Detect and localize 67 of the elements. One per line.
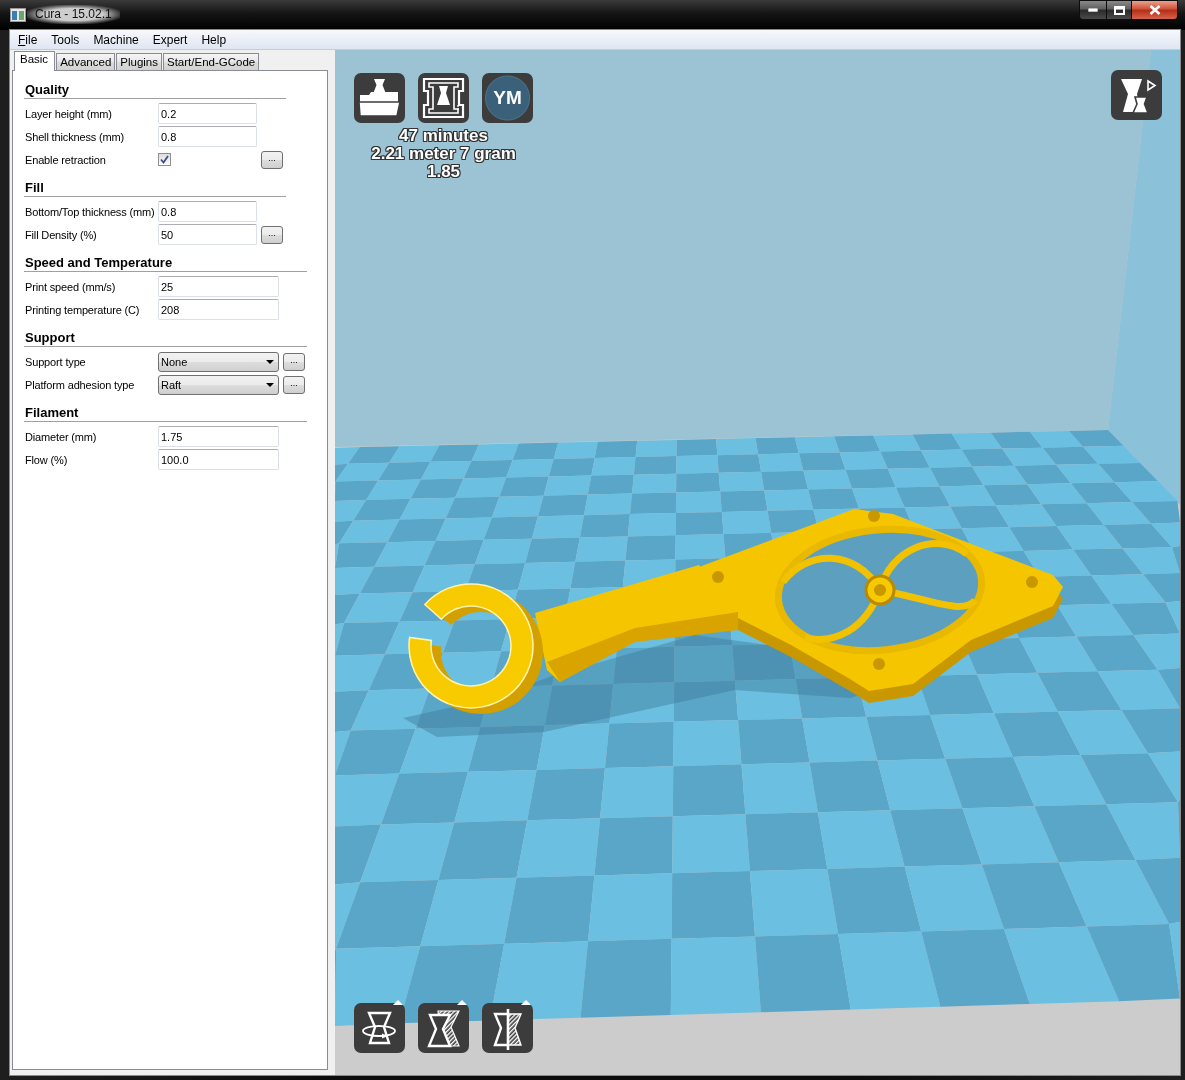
tab[interactable]: Plugins: [116, 53, 162, 70]
field-label: Flow (%): [25, 453, 68, 466]
input-field[interactable]: 0.8: [158, 201, 257, 222]
dropdown[interactable]: Raft: [158, 374, 279, 395]
input-field[interactable]: 208: [158, 299, 279, 320]
folder-icon: [354, 70, 405, 123]
input-field[interactable]: 50: [158, 224, 257, 245]
print-stats-line: 1.85: [426, 163, 461, 181]
field-label: Diameter (mm): [25, 430, 97, 443]
close-button[interactable]: [1132, 0, 1178, 20]
field-label: Enable retraction: [25, 153, 106, 166]
field-label: Printing temperature (C): [25, 303, 140, 316]
scale-icon: [418, 1000, 469, 1053]
scale-button[interactable]: [418, 1000, 469, 1053]
input-field[interactable]: 100.0: [158, 449, 279, 470]
vases-icon: [1111, 67, 1162, 120]
field-label: Print speed (mm/s): [25, 280, 116, 293]
checkbox[interactable]: [158, 153, 171, 166]
share-button[interactable]: YM: [482, 73, 533, 123]
field-label: Support type: [25, 355, 86, 368]
rotate-button[interactable]: [354, 1000, 405, 1053]
tab[interactable]: Start/End-GCode: [163, 53, 260, 70]
dropdown-arrow-icon: [266, 359, 274, 364]
section-heading: Quality: [25, 82, 70, 98]
options-button[interactable]: ...: [261, 150, 283, 169]
section-heading: Speed and Temperature: [25, 255, 173, 271]
input-field[interactable]: 25: [158, 276, 279, 297]
load-button[interactable]: [354, 70, 405, 123]
menu-item[interactable]: Tools: [44, 31, 87, 48]
tab[interactable]: Advanced: [56, 53, 116, 70]
options-button[interactable]: ...: [283, 375, 305, 394]
mirror-button[interactable]: [482, 1000, 533, 1053]
section-heading: Fill: [25, 180, 44, 196]
rotate-icon: [354, 1000, 405, 1053]
maximize-icon: [1113, 5, 1125, 15]
input-field[interactable]: 0.8: [158, 126, 257, 147]
field-label: Layer height (mm): [25, 107, 112, 120]
field-label: Bottom/Top thickness (mm): [25, 205, 155, 218]
input-field[interactable]: 0.2: [158, 103, 257, 124]
field-label: Shell thickness (mm): [25, 130, 125, 143]
input-field[interactable]: 1.75: [158, 426, 279, 447]
minimize-button[interactable]: [1079, 0, 1106, 20]
close-icon: [1148, 5, 1161, 15]
app-icon: [10, 8, 26, 22]
field-label: Fill Density (%): [25, 228, 97, 241]
menu-item[interactable]: Help: [194, 31, 234, 48]
section-heading: Support: [25, 330, 75, 346]
mirror-icon: [482, 1000, 533, 1053]
vase-frame-icon: [418, 70, 469, 123]
options-button[interactable]: ...: [261, 225, 283, 244]
save-button[interactable]: [418, 70, 469, 123]
field-label: Platform adhesion type: [25, 378, 135, 391]
tab[interactable]: Basic: [14, 51, 56, 71]
checkmark-icon: [160, 155, 169, 164]
options-button[interactable]: ...: [283, 352, 305, 371]
dropdown-arrow-icon: [266, 382, 274, 387]
view-mode-button[interactable]: [1111, 67, 1162, 120]
section-heading: Filament: [25, 405, 79, 421]
maximize-button[interactable]: [1106, 0, 1132, 20]
print-stats-line: 2.21 meter 7 gram: [371, 145, 516, 163]
menu-item[interactable]: Machine: [86, 31, 146, 48]
menu-item[interactable]: File: [11, 31, 45, 48]
print-stats-line: 47 minutes: [399, 127, 488, 145]
minimize-icon: [1088, 8, 1098, 12]
dropdown[interactable]: None: [158, 351, 279, 372]
window-title: Cura - 15.02.1: [27, 5, 120, 24]
menu-item[interactable]: Expert: [145, 31, 195, 48]
